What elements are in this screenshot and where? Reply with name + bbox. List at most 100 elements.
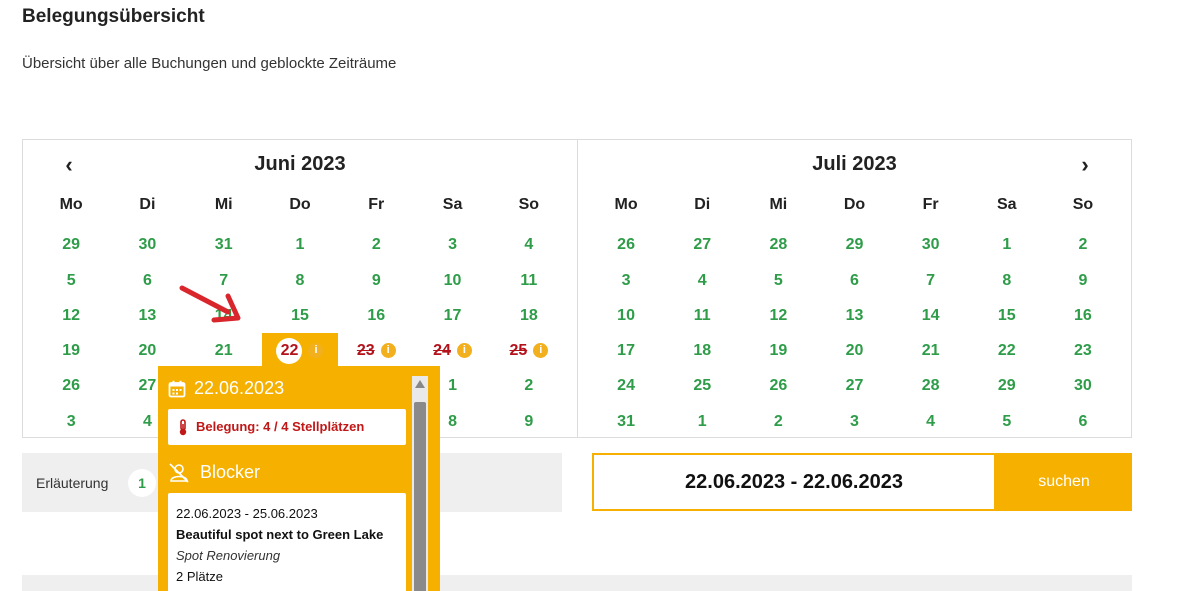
calendar-day[interactable]: 11 — [664, 298, 740, 333]
calendar-day[interactable]: 24 — [588, 368, 664, 403]
calendar-day[interactable]: 9 — [1045, 263, 1121, 298]
calendar-day[interactable]: 9 — [338, 263, 414, 298]
calendar-day[interactable]: 10 — [588, 298, 664, 333]
block-reason: Spot Renovierung — [176, 548, 281, 563]
calendar-day[interactable]: 28 — [740, 227, 816, 262]
calendar-day[interactable]: 4 — [664, 263, 740, 298]
calendar-day[interactable]: 24 i — [414, 333, 490, 368]
calendar-day[interactable]: 6 — [1045, 404, 1121, 439]
calendar-day[interactable]: 23 — [1045, 333, 1121, 368]
calendar-day[interactable]: 29 — [969, 368, 1045, 403]
popup-scrollbar[interactable] — [412, 376, 428, 591]
calendar-day[interactable]: 30 — [1045, 368, 1121, 403]
scroll-thumb[interactable] — [414, 402, 426, 591]
calendar-day[interactable]: 28 — [893, 368, 969, 403]
day-number: 3 — [448, 236, 458, 254]
calendar-day[interactable]: 23 i — [338, 333, 414, 368]
calendar-day[interactable]: 6 — [816, 263, 892, 298]
day-number: 1 — [1002, 236, 1012, 254]
day-number: 29 — [997, 377, 1016, 395]
calendar-day[interactable]: 22 i — [261, 333, 339, 369]
occupancy-box: Belegung: 4 / 4 Stellplätzen — [168, 409, 406, 445]
calendar-day[interactable]: 2 — [338, 227, 414, 262]
calendar-day[interactable]: 2 — [740, 404, 816, 439]
calendar-day[interactable]: 7 — [893, 263, 969, 298]
day-number: 10 — [617, 306, 635, 324]
calendar-day[interactable]: 12 — [33, 298, 109, 333]
day-number: 19 — [769, 342, 788, 360]
calendar-day[interactable]: 16 — [338, 298, 414, 333]
calendar-day[interactable]: 29 — [816, 227, 892, 262]
calendar-day[interactable]: 9 — [491, 404, 567, 439]
calendar-day[interactable]: 17 — [588, 333, 664, 368]
calendar-day[interactable]: 1 — [969, 227, 1045, 262]
calendar-day[interactable]: 10 — [414, 263, 490, 298]
calendar-day[interactable]: 27 — [816, 368, 892, 403]
calendar-day[interactable]: 4 — [893, 404, 969, 439]
calendar-day[interactable]: 5 — [969, 404, 1045, 439]
calendar-day[interactable]: 2 — [1045, 227, 1121, 262]
calendar-day[interactable]: 11 — [491, 263, 567, 298]
calendar-day[interactable]: 1 — [664, 404, 740, 439]
calendar-icon — [168, 380, 186, 397]
calendar-day[interactable]: 15 — [969, 298, 1045, 333]
calendar-day[interactable]: 25 — [664, 368, 740, 403]
info-icon[interactable]: i — [456, 343, 472, 359]
calendar-day[interactable]: 5 — [33, 263, 109, 298]
info-icon[interactable]: i — [308, 343, 324, 359]
calendar-day[interactable]: 14 — [893, 298, 969, 333]
calendar-day[interactable]: 3 — [414, 227, 490, 262]
calendar-day[interactable]: 18 — [491, 298, 567, 333]
calendar-day[interactable]: 31 — [588, 404, 664, 439]
calendar-day[interactable]: 26 — [33, 368, 109, 403]
calendar-day[interactable]: 22 — [969, 333, 1045, 368]
month-title: Juli 2023 — [812, 153, 897, 175]
calendar-day[interactable]: 3 — [33, 404, 109, 439]
calendar-day[interactable]: 26 — [740, 368, 816, 403]
weekday-header: Sa — [442, 196, 463, 213]
calendar-day[interactable]: 2 — [491, 368, 567, 403]
calendar-day[interactable]: 20 — [816, 333, 892, 368]
info-icon[interactable]: i — [380, 343, 396, 359]
calendar-day[interactable]: 21 — [893, 333, 969, 368]
scroll-up-icon[interactable] — [415, 380, 425, 388]
calendar-day[interactable]: 6 — [109, 263, 185, 298]
calendar-day[interactable]: 25 i — [491, 333, 567, 368]
calendar-day[interactable]: 19 — [740, 333, 816, 368]
blocker-card[interactable]: 22.06.2023 - 25.06.2023 Beautiful spot n… — [168, 493, 406, 591]
calendar-day[interactable]: 30 — [109, 227, 185, 262]
calendar-day[interactable]: 5 — [740, 263, 816, 298]
calendar-day[interactable]: 20 — [109, 333, 185, 368]
calendar-day[interactable]: 8 — [969, 263, 1045, 298]
calendar-day[interactable]: 18 — [664, 333, 740, 368]
search-button[interactable]: suchen — [996, 453, 1132, 511]
calendar-day[interactable]: 30 — [893, 227, 969, 262]
day-number: 12 — [62, 306, 81, 324]
day-number: 2 — [524, 377, 534, 395]
calendar-day[interactable]: 15 — [262, 298, 338, 333]
date-range-input[interactable]: 22.06.2023 - 22.06.2023 — [592, 453, 996, 511]
occupancy-text: Belegung: 4 / 4 Stellplätzen — [196, 419, 365, 434]
calendar-day[interactable]: 1 — [262, 227, 338, 262]
calendar-day[interactable]: 19 — [33, 333, 109, 368]
calendar-day[interactable]: 17 — [414, 298, 490, 333]
calendar-day[interactable]: 8 — [262, 263, 338, 298]
info-icon[interactable]: i — [533, 343, 549, 359]
calendar-day[interactable]: 16 — [1045, 298, 1121, 333]
calendar-day[interactable]: 12 — [740, 298, 816, 333]
next-month-button[interactable]: › — [1073, 153, 1097, 177]
calendar-day[interactable]: 29 — [33, 227, 109, 262]
day-number: 30 — [138, 236, 157, 254]
calendar-day[interactable]: 3 — [816, 404, 892, 439]
weekday-header: Mi — [214, 196, 233, 213]
calendar-day[interactable]: 31 — [186, 227, 262, 262]
calendar-day[interactable]: 13 — [816, 298, 892, 333]
calendar-day[interactable]: 3 — [588, 263, 664, 298]
calendar-day[interactable]: 4 — [491, 227, 567, 262]
day-number: 23 — [1074, 342, 1092, 360]
day-number: 23 — [356, 342, 375, 360]
calendar-day[interactable]: 21 — [186, 333, 262, 368]
calendar-day[interactable]: 26 — [588, 227, 664, 262]
calendar-day[interactable]: 27 — [664, 227, 740, 262]
calendar-day[interactable]: 13 — [109, 298, 185, 333]
